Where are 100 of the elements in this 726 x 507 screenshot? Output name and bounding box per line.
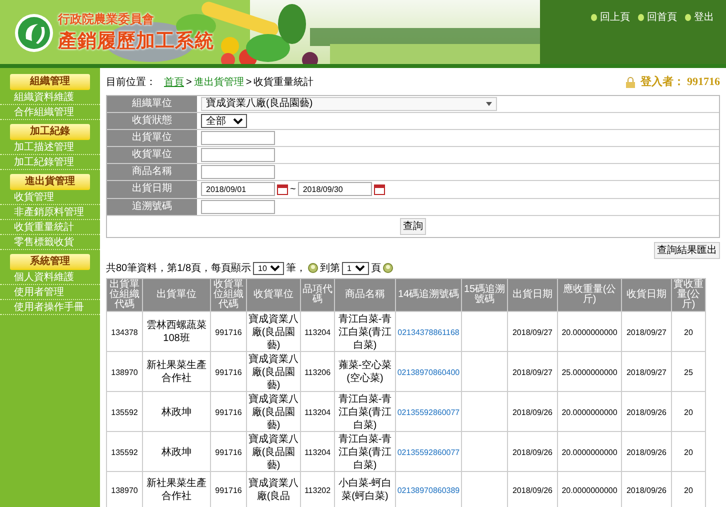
- date-field[interactable]: 2018/09/30: [298, 182, 372, 196]
- column-header: 應收重量(公斤): [558, 278, 622, 311]
- column-header: 收貨日期: [622, 278, 672, 311]
- form-label: 出貨單位: [107, 130, 197, 146]
- table-cell: 25.0000000000: [562, 368, 618, 376]
- table-cell: 2018/09/27: [512, 368, 553, 376]
- table-cell: 113204: [304, 328, 331, 336]
- table-cell: 寶成資業八廠(良品: [248, 478, 298, 502]
- table-cell: 113206: [304, 368, 331, 376]
- column-header: 出貨單位組織代碼: [106, 278, 142, 311]
- table-cell: 113204: [304, 448, 331, 456]
- input-field[interactable]: [201, 130, 275, 144]
- form-label: 收貨單位: [107, 146, 197, 162]
- column-header: 收貨單位組織代碼: [210, 278, 246, 311]
- section-header: 進出貨管理: [10, 174, 90, 190]
- lock-icon: [625, 76, 636, 88]
- table-cell: 134378: [111, 328, 138, 336]
- nav-link[interactable]: 登出: [685, 10, 714, 25]
- table-cell: 991716: [215, 328, 242, 336]
- page-select[interactable]: 1: [342, 262, 370, 274]
- date-field[interactable]: 2018/09/01: [201, 182, 275, 196]
- export-button[interactable]: 查詢結果匯出: [654, 242, 720, 258]
- status-select[interactable]: 全部: [201, 114, 247, 128]
- nav-link[interactable]: 回首頁: [638, 10, 677, 25]
- column-header: 出貨日期: [508, 278, 558, 311]
- table-cell: 寶成資業八廠(良品園藝): [248, 314, 298, 350]
- nav-link[interactable]: 回上頁: [591, 10, 630, 25]
- table-cell: 991716: [215, 486, 242, 494]
- page-size-select[interactable]: 10: [253, 262, 284, 274]
- table-cell: 135592: [111, 408, 138, 416]
- table-cell: 2018/09/26: [512, 486, 553, 494]
- caret-icon: [486, 102, 492, 106]
- table-cell: 20.0000000000: [562, 328, 618, 336]
- calendar-icon[interactable]: [374, 184, 385, 194]
- section-header: 組織管理: [10, 74, 90, 90]
- table-cell: 20: [684, 448, 693, 456]
- pager-text: 到第: [320, 262, 340, 276]
- table-cell: 113202: [304, 486, 331, 494]
- table-cell: 新社果菜生產合作社: [146, 360, 206, 384]
- table-cell: 林政坤: [162, 446, 192, 458]
- table-cell: 2018/09/27: [512, 328, 553, 336]
- breadcrumb-separator: >: [246, 76, 252, 90]
- column-header: 收貨單位: [246, 278, 300, 311]
- column-header: 15碼追溯號碼: [462, 278, 508, 311]
- logo-icon: [14, 13, 54, 54]
- table-cell: 991716: [215, 448, 242, 456]
- table-cell: 2018/09/26: [626, 486, 667, 494]
- column-header: 14碼追溯號碼: [396, 278, 462, 311]
- table-cell: 138970: [111, 368, 138, 376]
- breadcrumb-link[interactable]: 進出貨管理: [194, 74, 244, 90]
- table-cell: 2018/09/26: [512, 448, 553, 456]
- pager-summary: 共80筆資料，第1/8頁，每頁顯示: [106, 262, 252, 276]
- form-label: 組織單位: [107, 96, 197, 112]
- column-header: 品項代碼: [300, 278, 334, 311]
- dot-icon: [591, 14, 597, 21]
- input-field[interactable]: [201, 148, 275, 162]
- section-header: 系統管理: [10, 254, 90, 270]
- table-cell: 2018/09/26: [626, 408, 667, 416]
- form-label: 收貨狀態: [107, 112, 197, 128]
- table-cell: 青江白菜-青江白菜(青江白菜): [338, 434, 392, 470]
- calendar-icon[interactable]: [277, 184, 288, 194]
- table-cell: 小白菜-蚵白菜(蚵白菜): [338, 478, 392, 502]
- breadcrumb-current: 收貨重量統計: [254, 76, 314, 90]
- query-button[interactable]: 查詢: [400, 218, 426, 234]
- table-cell: 林政坤: [162, 406, 192, 418]
- table-cell: 寶成資業八廠(良品園藝): [248, 434, 298, 470]
- table-cell: 蕹菜-空心菜(空心菜): [338, 360, 392, 384]
- dot-icon: [638, 14, 644, 21]
- column-header: 實收重量(公斤): [672, 278, 706, 311]
- table-cell: 青江白菜-青江白菜(青江白菜): [338, 394, 392, 430]
- breadcrumb-label: 目前位置：: [106, 76, 156, 90]
- pager-text: 頁: [371, 262, 382, 276]
- breadcrumb-link[interactable]: 首頁: [164, 74, 184, 90]
- login-user: 登入者： 991716: [640, 74, 720, 90]
- table-cell: 991716: [215, 368, 242, 376]
- table-cell: 20: [684, 486, 693, 494]
- table-cell: 青江白菜-青江白菜(青江白菜): [338, 314, 392, 350]
- column-header: 商品名稱: [334, 278, 396, 311]
- form-label: 追溯號碼: [107, 198, 197, 214]
- table-cell: 25: [684, 368, 693, 376]
- table-cell: 寶成資業八廠(良品園藝): [248, 394, 298, 430]
- table-cell: 138970: [111, 486, 138, 494]
- table-cell: 20.0000000000: [562, 448, 618, 456]
- table-cell: 20.0000000000: [562, 408, 618, 416]
- input-field[interactable]: [201, 164, 275, 178]
- table-cell: 2018/09/27: [626, 368, 667, 376]
- column-header: 出貨單位: [142, 278, 210, 311]
- range-separator: ~: [290, 182, 296, 196]
- input-field[interactable]: [201, 200, 275, 214]
- table-cell: 雲林西螺蔬菜108班: [146, 320, 206, 344]
- table-cell: 新社果菜生產合作社: [146, 478, 206, 502]
- table-cell: 20: [684, 328, 693, 336]
- table-cell: 20: [684, 408, 693, 416]
- table-cell: 寶成資業八廠(良品園藝): [248, 354, 298, 390]
- pager-text: 筆，: [286, 262, 306, 276]
- table-cell: 135592: [111, 448, 138, 456]
- organization-dropdown[interactable]: 寶成資業八廠(良品園藝): [201, 96, 497, 110]
- form-label: 商品名稱: [107, 164, 197, 180]
- breadcrumb-separator: >: [186, 76, 192, 90]
- table-cell: 113204: [304, 408, 331, 416]
